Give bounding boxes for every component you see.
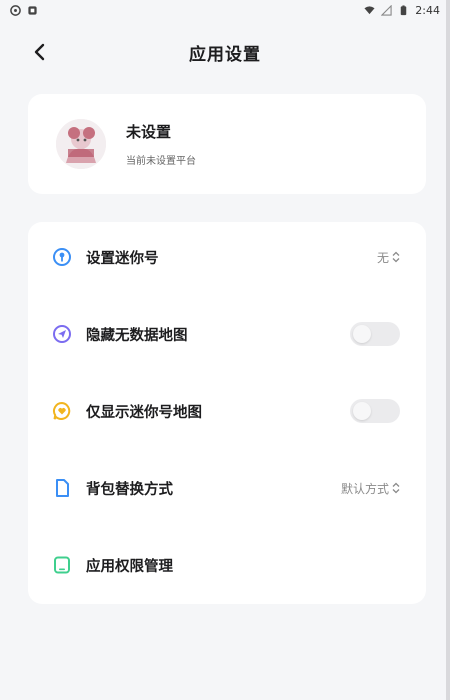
- setting-app-permissions[interactable]: 应用权限管理: [28, 545, 426, 585]
- document-icon: [52, 478, 72, 498]
- up-down-chevron-icon: [392, 251, 400, 263]
- only-show-mini-map-toggle[interactable]: [350, 399, 400, 423]
- toggle-knob: [353, 325, 371, 343]
- back-button[interactable]: [24, 36, 56, 68]
- app-header: 应用设置: [0, 32, 450, 72]
- setting-app-permissions-label: 应用权限管理: [86, 558, 173, 575]
- page-title: 应用设置: [189, 44, 261, 65]
- wifi-icon: [364, 5, 375, 14]
- toggle-knob: [353, 402, 371, 420]
- mini-number-select[interactable]: 无: [377, 249, 400, 266]
- setting-hide-no-data-map-label: 隐藏无数据地图: [86, 327, 188, 344]
- profile-name: 未设置: [126, 123, 172, 141]
- tablet-icon: [52, 555, 72, 575]
- up-down-chevron-icon: [392, 482, 400, 494]
- heart-chat-icon: [52, 401, 72, 421]
- hide-no-data-map-toggle[interactable]: [350, 322, 400, 346]
- no-signal-icon: [381, 4, 392, 16]
- setting-backpack-replace-label: 背包替换方式: [86, 481, 173, 498]
- setting-hide-no-data-map[interactable]: 隐藏无数据地图: [28, 314, 426, 354]
- setting-mini-number[interactable]: 设置迷你号 无: [28, 237, 426, 277]
- key-circle-icon: [52, 247, 72, 267]
- setting-backpack-replace[interactable]: 背包替换方式 默认方式: [28, 468, 426, 508]
- profile-card[interactable]: 未设置 当前未设置平台: [28, 94, 426, 194]
- notification-icon: [10, 4, 21, 16]
- status-time: 2:44: [415, 3, 440, 17]
- setting-only-show-mini-map[interactable]: 仅显示迷你号地图: [28, 391, 426, 431]
- app-notification-icon: [28, 5, 37, 15]
- backpack-replace-select[interactable]: 默认方式: [341, 480, 400, 497]
- battery-icon: [401, 4, 407, 15]
- mini-number-value: 无: [376, 250, 389, 265]
- profile-subtitle: 当前未设置平台: [126, 156, 196, 167]
- avatar-image: [56, 119, 106, 169]
- chevron-left-icon: [34, 43, 45, 61]
- window-edge: [446, 0, 450, 700]
- status-bar: 2:44: [0, 0, 450, 20]
- setting-mini-number-label: 设置迷你号: [86, 250, 159, 267]
- backpack-replace-value: 默认方式: [340, 481, 389, 496]
- avatar: [56, 119, 106, 169]
- settings-card: 设置迷你号 无 隐藏无数据地图 仅显示迷你号地图 背包替换方式 默认方式 应用权…: [28, 222, 426, 604]
- send-circle-icon: [52, 324, 72, 344]
- setting-only-show-mini-map-label: 仅显示迷你号地图: [86, 404, 202, 421]
